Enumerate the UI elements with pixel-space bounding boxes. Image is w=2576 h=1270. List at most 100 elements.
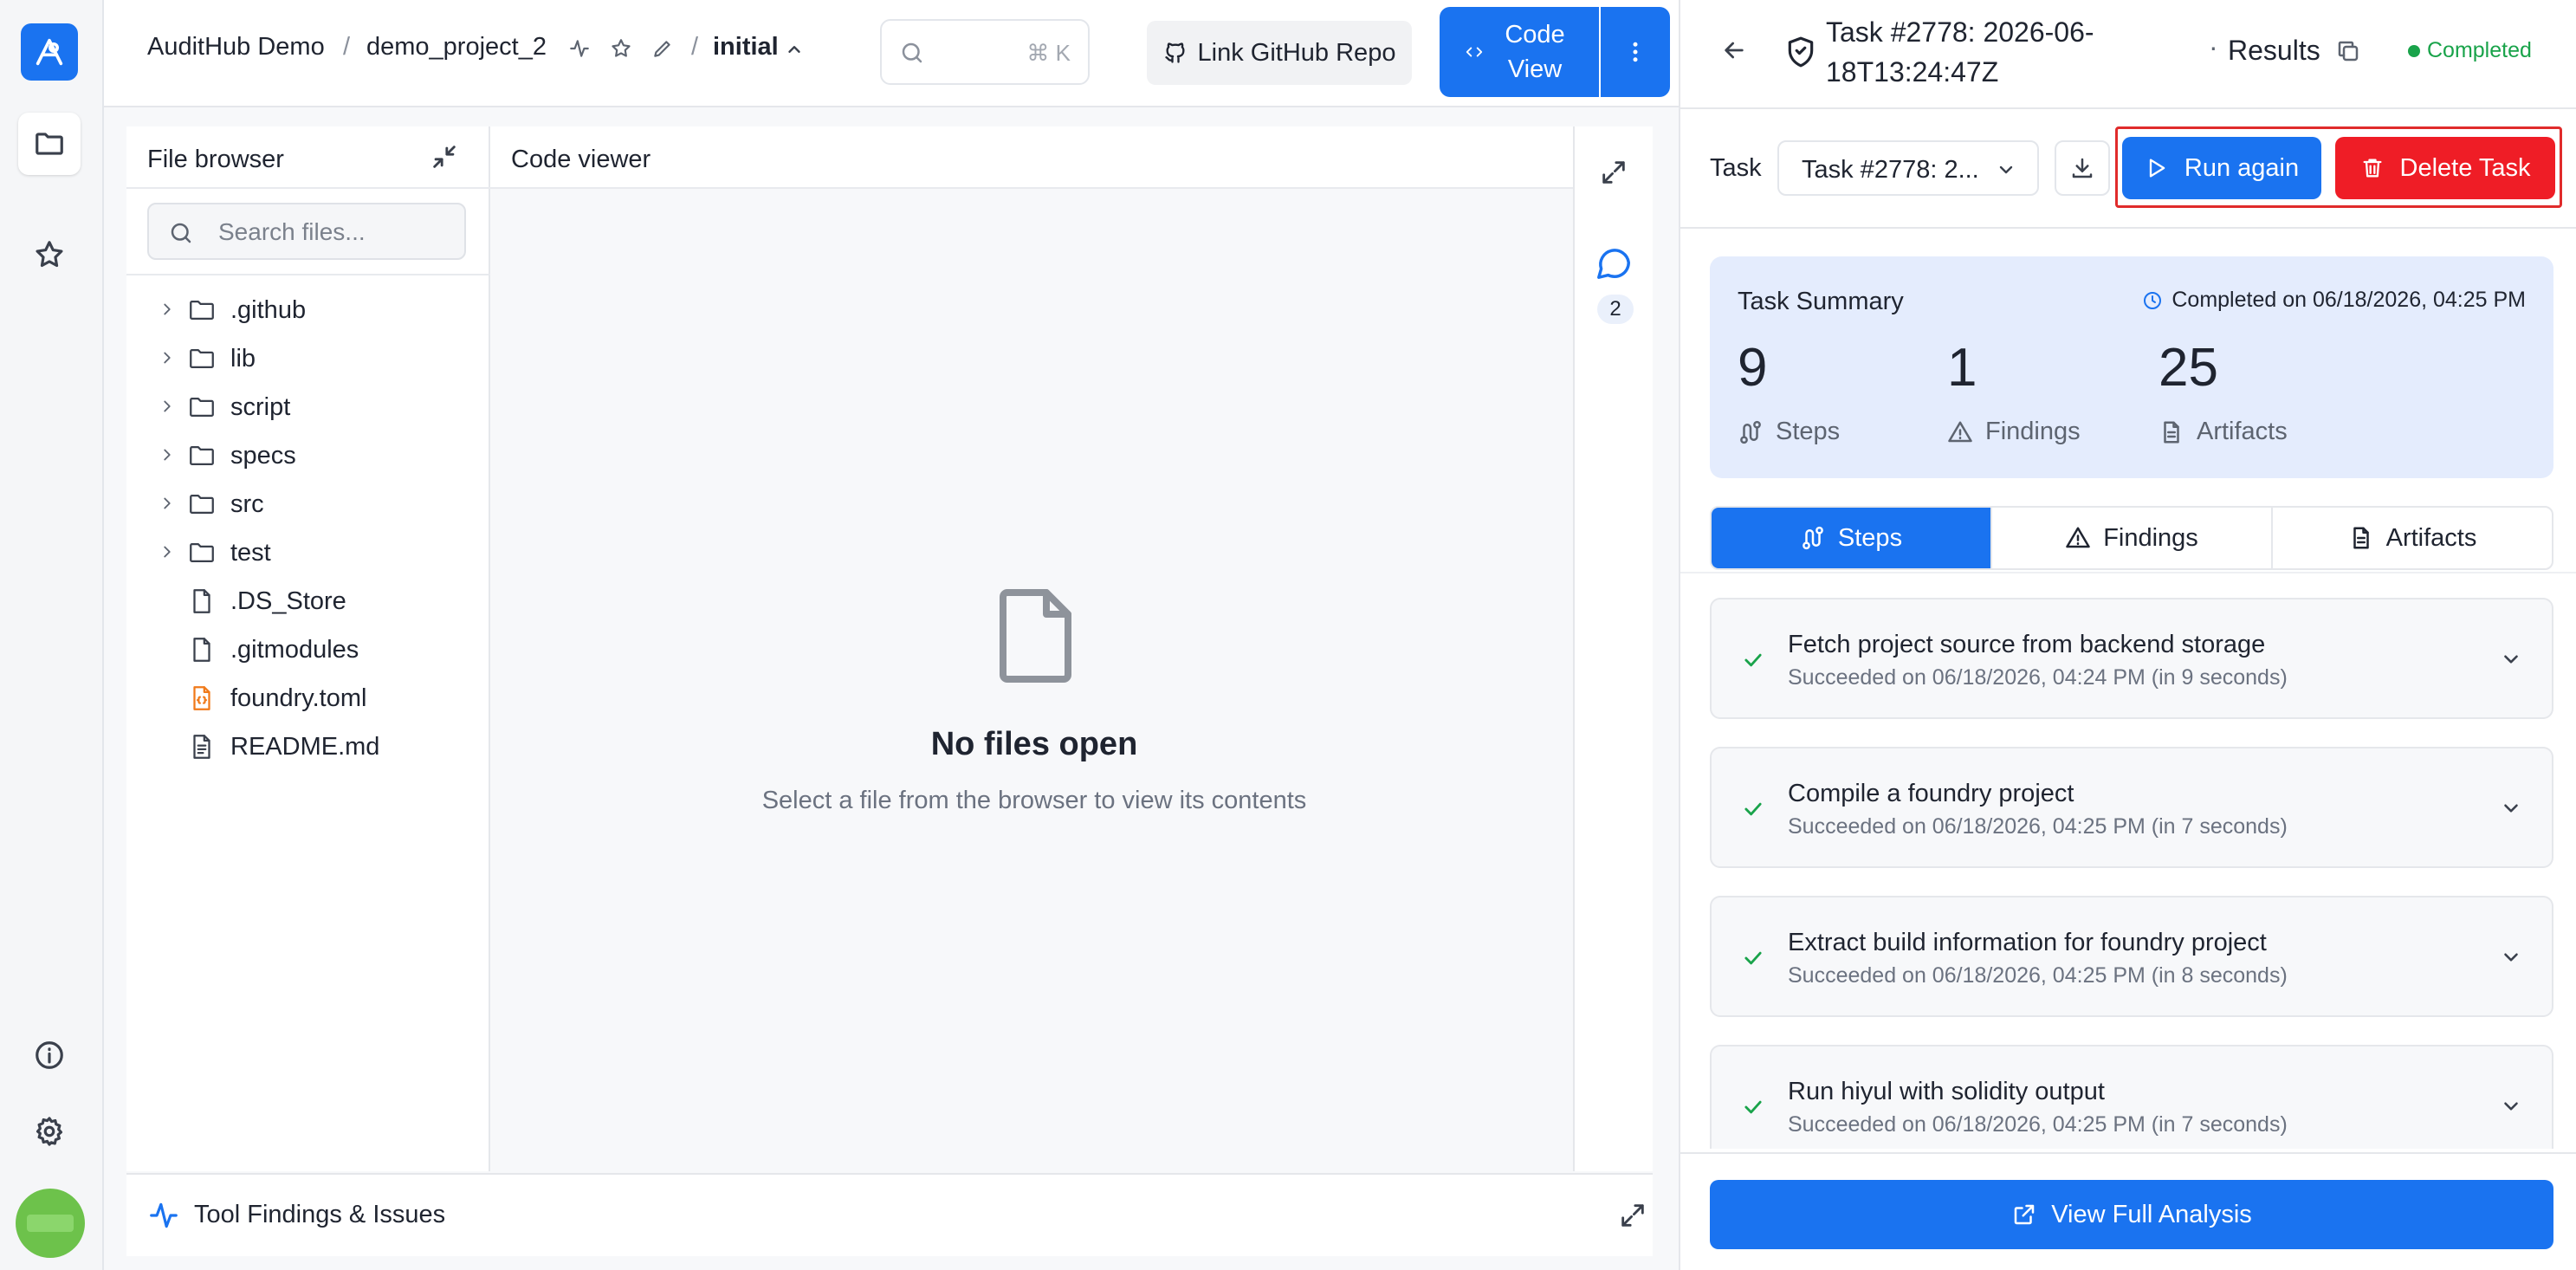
- breadcrumb-separator: /: [343, 33, 351, 61]
- code-viewer-title: Code viewer: [511, 146, 651, 173]
- results-heading: Results: [2228, 35, 2320, 66]
- step-item[interactable]: Fetch project source from backend storag…: [1710, 598, 2553, 719]
- download-button[interactable]: [2055, 140, 2110, 196]
- steps-list: Fetch project source from backend storag…: [1710, 598, 2553, 1149]
- chevron-down-icon[interactable]: [2500, 648, 2522, 671]
- tree-file-foundry-toml[interactable]: foundry.toml: [126, 674, 490, 722]
- divider: [1680, 572, 2576, 573]
- step-item[interactable]: Run hiyul with solidity output Succeeded…: [1710, 1045, 2553, 1149]
- files-nav-button[interactable]: [18, 113, 81, 175]
- chevron-right-icon[interactable]: [158, 445, 177, 464]
- chevron-right-icon[interactable]: [158, 542, 177, 561]
- tree-folder-github[interactable]: .github: [126, 286, 490, 334]
- step-item[interactable]: Extract build information for foundry pr…: [1710, 896, 2553, 1017]
- chevron-up-icon[interactable]: [785, 40, 804, 59]
- info-button[interactable]: [18, 1024, 81, 1086]
- folder-icon: [187, 489, 217, 519]
- chevron-down-icon[interactable]: [2500, 946, 2522, 969]
- steps-label: Steps: [1776, 418, 1841, 445]
- tree-item-label: foundry.toml: [230, 684, 367, 712]
- breadcrumb-branch[interactable]: initial: [713, 33, 779, 62]
- code-viewer-panel: Code viewer No files open Select a file …: [490, 126, 1578, 1171]
- kebab-menu-icon: [1633, 42, 1638, 62]
- gear-icon: [36, 1117, 63, 1146]
- workflow-icon: [1803, 526, 1823, 550]
- breadcrumb-org[interactable]: AuditHub Demo: [147, 33, 325, 62]
- info-icon: [36, 1041, 63, 1069]
- folder-icon: [187, 295, 217, 325]
- step-item[interactable]: Compile a foundry project Succeeded on 0…: [1710, 747, 2553, 868]
- link-github-button[interactable]: Link GitHub Repo: [1147, 21, 1412, 85]
- steps-stat-label: Steps: [1738, 418, 1840, 446]
- code-view-button[interactable]: Code View: [1440, 7, 1599, 97]
- edit-pencil-icon[interactable]: [651, 37, 674, 60]
- collapse-icon[interactable]: [430, 142, 459, 172]
- check-icon: [1741, 1095, 1765, 1119]
- folder-icon: [36, 133, 63, 155]
- activity-icon: [147, 1199, 180, 1232]
- chevron-right-icon[interactable]: [158, 494, 177, 513]
- user-avatar[interactable]: [16, 1189, 85, 1258]
- file-icon: [187, 586, 217, 616]
- tool-findings-bar[interactable]: Tool Findings & Issues: [126, 1173, 1653, 1256]
- tree-folder-src[interactable]: src: [126, 480, 490, 528]
- document-icon: [2164, 421, 2179, 443]
- side-toolbar: 2: [1573, 126, 1653, 1171]
- copy-icon[interactable]: [2335, 38, 2361, 64]
- tree-folder-test[interactable]: test: [126, 528, 490, 577]
- tree-folder-specs[interactable]: specs: [126, 431, 490, 480]
- findings-label: Findings: [1985, 418, 2081, 445]
- external-link-icon: [2014, 1204, 2035, 1225]
- steps-count: 9: [1738, 338, 1768, 398]
- code-view-more-button[interactable]: [1601, 7, 1670, 97]
- comments-icon[interactable]: [1594, 243, 1634, 282]
- chevron-right-icon[interactable]: [158, 397, 177, 416]
- file-browser-header: File browser: [126, 126, 490, 189]
- expand-icon[interactable]: [1618, 1201, 1647, 1230]
- code-viewer-header: Code viewer: [490, 126, 1578, 189]
- run-again-button[interactable]: Run again: [2122, 137, 2321, 199]
- tab-artifacts[interactable]: Artifacts: [2271, 508, 2552, 568]
- divider: [1680, 227, 2576, 229]
- back-arrow-icon[interactable]: [1720, 36, 1748, 64]
- activity-icon[interactable]: [568, 37, 591, 60]
- favorite-star-icon[interactable]: [610, 37, 632, 60]
- task-selector-label: Task: [1710, 154, 1762, 182]
- run-again-label: Run again: [2184, 153, 2300, 182]
- chevron-right-icon[interactable]: [158, 348, 177, 367]
- delete-task-label: Delete Task: [2399, 153, 2531, 182]
- expand-icon[interactable]: [1599, 158, 1628, 187]
- delete-task-button[interactable]: Delete Task: [2335, 137, 2555, 199]
- favorites-nav-button[interactable]: [18, 224, 81, 286]
- step-status: Succeeded on 06/18/2026, 04:25 PM (in 7 …: [1788, 1112, 2288, 1137]
- task-summary-card: Task Summary Completed on 06/18/2026, 04…: [1710, 256, 2553, 478]
- settings-button[interactable]: [18, 1100, 81, 1163]
- chevron-right-icon[interactable]: [158, 300, 177, 319]
- warning-icon: [1948, 421, 1972, 442]
- tree-file-readme[interactable]: README.md: [126, 722, 490, 771]
- shield-icon: [1784, 35, 1817, 69]
- tab-steps[interactable]: Steps: [1712, 508, 1990, 568]
- tree-file-gitmodules[interactable]: .gitmodules: [126, 625, 490, 674]
- step-status: Succeeded on 06/18/2026, 04:25 PM (in 7 …: [1788, 814, 2288, 839]
- app-logo-icon[interactable]: [21, 23, 78, 81]
- file-search-input[interactable]: Search files...: [147, 203, 466, 260]
- tree-item-label: src: [230, 490, 264, 518]
- tab-findings[interactable]: Findings: [1990, 508, 2271, 568]
- global-search-input[interactable]: ⌘ K: [880, 19, 1090, 85]
- chevron-down-icon[interactable]: [2500, 797, 2522, 820]
- tree-file-ds-store[interactable]: .DS_Store: [126, 577, 490, 625]
- chevron-down-icon[interactable]: [2500, 1095, 2522, 1118]
- view-full-analysis-button[interactable]: View Full Analysis: [1710, 1180, 2553, 1249]
- step-title: Extract build information for foundry pr…: [1788, 929, 2267, 956]
- tree-folder-lib[interactable]: lib: [126, 334, 490, 383]
- artifacts-stat-label: Artifacts: [2159, 418, 2288, 446]
- tree-folder-script[interactable]: script: [126, 383, 490, 431]
- navigation-rail: [0, 0, 104, 1270]
- task-select-dropdown[interactable]: Task #2778: 2...: [1777, 140, 2039, 196]
- tree-item-label: .github: [230, 296, 307, 324]
- divider: [1680, 107, 2576, 109]
- artifacts-count: 25: [2159, 338, 2218, 398]
- breadcrumb-project[interactable]: demo_project_2: [366, 33, 547, 62]
- tool-findings-title: Tool Findings & Issues: [194, 1201, 446, 1228]
